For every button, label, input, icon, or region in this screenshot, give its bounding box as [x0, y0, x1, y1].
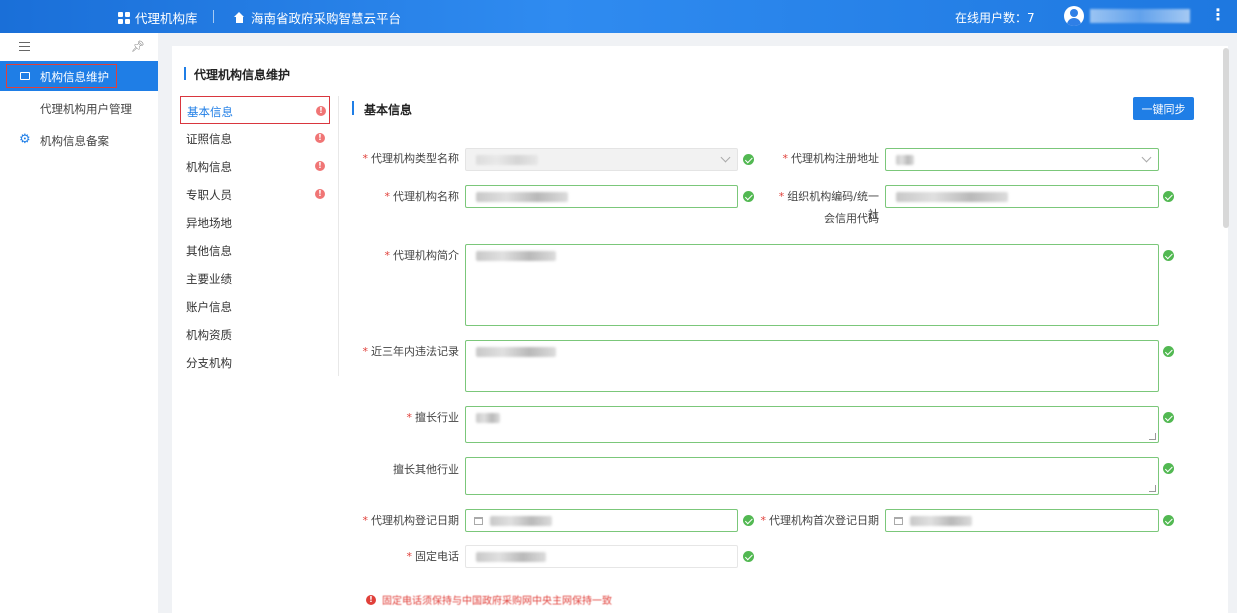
notice-text: 固定电话须保持与中国政府采购网中央主网保持一致 [382, 596, 612, 607]
valid-check-icon [743, 515, 754, 526]
label-org-code-line2: 会信用代码 [824, 212, 879, 225]
tab-label: 机构资质 [186, 328, 232, 342]
label-intro: * 代理机构简介 [384, 249, 460, 262]
platform-label: 海南省政府采购智慧云平台 [251, 11, 402, 26]
tab-label: 异地场地 [186, 216, 232, 230]
reg-date-input[interactable] [465, 509, 738, 532]
tab-basic-info[interactable]: 基本信息 ! [180, 96, 330, 124]
tab-performance[interactable]: 主要业绩 [180, 264, 330, 292]
label-phone: * 固定电话 [406, 550, 460, 563]
sidebar: 📌︎ 机构信息维护 代理机构用户管理 ⚙ 机构信息备案 [0, 33, 158, 613]
gear-icon: ⚙ [19, 132, 31, 147]
tab-label: 账户信息 [186, 300, 232, 314]
platform-link[interactable]: 海南省政府采购智慧云平台 [234, 8, 401, 27]
reg-address-select[interactable] [885, 148, 1159, 171]
label-agency-name: * 代理机构名称 [384, 190, 460, 203]
valid-check-icon [1163, 346, 1174, 357]
calendar-icon [474, 517, 483, 525]
intro-textarea[interactable] [465, 244, 1159, 326]
phone-input[interactable] [465, 545, 738, 568]
username-blurred[interactable] [1090, 9, 1190, 23]
tab-label: 基本信息 [187, 105, 233, 119]
tab-qualification[interactable]: 机构资质 [180, 320, 330, 348]
valid-check-icon [1163, 250, 1174, 261]
error-icon: ! [315, 161, 325, 171]
industry-textarea[interactable] [465, 406, 1159, 443]
valid-check-icon [1163, 191, 1174, 202]
sidebar-item-agency-users[interactable]: 代理机构用户管理 [40, 101, 132, 117]
org-code-input[interactable] [885, 185, 1159, 208]
top-bar: 代理机构库 海南省政府采购智慧云平台 在线用户数：7 ⋮ [0, 0, 1237, 33]
violations-textarea[interactable] [465, 340, 1159, 392]
avatar[interactable] [1064, 6, 1084, 26]
valid-check-icon [743, 154, 754, 165]
agency-name-input[interactable] [465, 185, 738, 208]
home-icon [234, 12, 245, 23]
resize-handle[interactable] [1149, 433, 1156, 440]
valid-check-icon [1163, 412, 1174, 423]
valid-check-icon [1163, 515, 1174, 526]
brand[interactable]: 代理机构库 [118, 8, 198, 27]
chevron-down-icon [720, 152, 731, 163]
section-title: 基本信息 [352, 101, 412, 118]
sidebar-tools: 📌︎ [0, 33, 158, 61]
tab-other-info[interactable]: 其他信息 [180, 236, 330, 264]
pin-icon[interactable]: 📌︎ [131, 40, 145, 53]
chevron-down-icon [1141, 152, 1152, 163]
tab-label: 其他信息 [186, 244, 232, 258]
label-reg-date: * 代理机构登记日期 [362, 514, 460, 527]
error-icon: ! [315, 133, 325, 143]
resize-handle[interactable] [1149, 485, 1156, 492]
valid-check-icon [1163, 463, 1174, 474]
header-divider [213, 10, 214, 23]
sidebar-item-label: 机构信息维护 [40, 70, 109, 84]
type-name-select[interactable] [465, 148, 738, 171]
tab-remote-site[interactable]: 异地场地 [180, 208, 330, 236]
first-reg-date-input[interactable] [885, 509, 1159, 532]
sidebar-item-label: 机构信息备案 [40, 134, 109, 148]
label-industry: * 擅长行业 [406, 411, 460, 424]
tab-label: 分支机构 [186, 356, 232, 370]
error-icon: ! [315, 189, 325, 199]
valid-check-icon [743, 551, 754, 562]
online-users: 在线用户数：7 [955, 11, 1035, 25]
label-violations: * 近三年内违法记录 [362, 345, 460, 358]
label-first-reg-date: * 代理机构首次登记日期 [760, 514, 880, 527]
tab-label: 专职人员 [186, 188, 232, 202]
apps-icon [118, 11, 130, 24]
menu-icon[interactable] [19, 42, 30, 51]
tab-org-info[interactable]: 机构信息 ! [180, 152, 330, 180]
tab-license-info[interactable]: 证照信息 ! [180, 124, 330, 152]
tab-label: 机构信息 [186, 160, 232, 174]
tabs-divider [338, 96, 339, 376]
scrollbar[interactable] [1223, 48, 1229, 228]
error-icon: ! [366, 594, 376, 605]
other-industry-textarea[interactable] [465, 457, 1159, 495]
page-title: 代理机构信息维护 [184, 66, 290, 83]
more-vertical-icon[interactable]: ⋮ [1210, 7, 1226, 23]
label-type-name: * 代理机构类型名称 [362, 152, 460, 165]
tab-label: 证照信息 [186, 132, 232, 146]
sidebar-item-org-filing[interactable]: ⚙ 机构信息备案 [0, 128, 158, 152]
tab-label: 主要业绩 [186, 272, 232, 286]
brand-label: 代理机构库 [135, 11, 198, 26]
label-reg-address: * 代理机构注册地址 [782, 152, 880, 165]
error-icon: ! [316, 106, 326, 116]
tab-account-info[interactable]: 账户信息 [180, 292, 330, 320]
phone-notice: ! 固定电话须保持与中国政府采购网中央主网保持一致 [366, 592, 612, 607]
sync-button[interactable]: 一键同步 [1133, 97, 1194, 120]
tab-staff[interactable]: 专职人员 ! [180, 180, 330, 208]
label-other-industry: 擅长其他行业 [393, 463, 459, 476]
sidebar-item-org-info[interactable]: 机构信息维护 [0, 61, 158, 91]
tab-branches[interactable]: 分支机构 [180, 348, 330, 376]
calendar-icon [894, 517, 903, 525]
valid-check-icon [743, 191, 754, 202]
card-icon [20, 72, 30, 80]
